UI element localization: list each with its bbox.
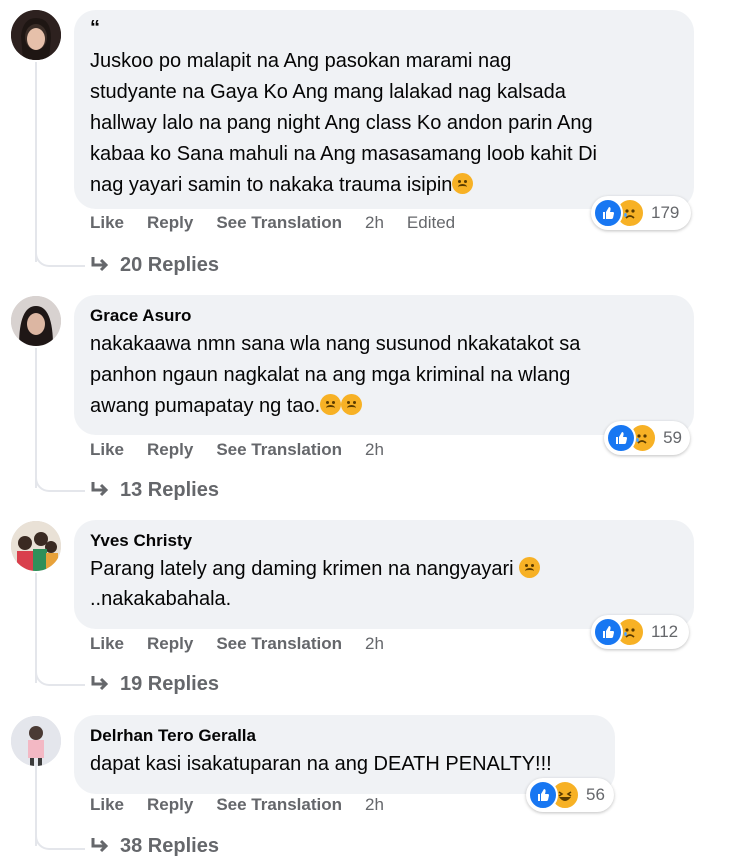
comment-bubble: Yves Christy Parang lately ang daming kr… <box>74 520 694 629</box>
reaction-summary[interactable]: 112 <box>591 615 689 649</box>
comment-bubble: “ Juskoo po malapit na Ang pasokan maram… <box>74 10 694 209</box>
replies-count: 13 Replies <box>120 478 219 501</box>
like-reaction-icon <box>593 198 623 228</box>
comment-text-content: Juskoo po malapit na Ang pasokan marami … <box>90 50 597 196</box>
reaction-summary[interactable]: 56 <box>526 778 614 812</box>
see-translation-link[interactable]: See Translation <box>216 440 342 460</box>
thread-connector <box>35 243 85 267</box>
thread-connector <box>35 826 85 850</box>
crying-face-emoji <box>519 557 541 578</box>
reaction-summary[interactable]: 59 <box>604 421 690 455</box>
comment-actions: Like Reply See Translation 2h <box>90 793 407 817</box>
comment-text-continued: ..nakakabahala. <box>90 588 232 610</box>
replies-count: 38 Replies <box>120 834 219 857</box>
reply-button[interactable]: Reply <box>147 634 193 654</box>
see-translation-link[interactable]: See Translation <box>216 213 342 233</box>
comment-text: Juskoo po malapit na Ang pasokan marami … <box>90 46 678 201</box>
timestamp[interactable]: 2h <box>365 213 384 233</box>
reply-button[interactable]: Reply <box>147 440 193 460</box>
comment-actions: Like Reply See Translation 2h Edited <box>90 211 478 235</box>
comment-text: nakakaawa nmn sana wla nang susunod nkak… <box>90 329 678 422</box>
comment-actions: Like Reply See Translation 2h <box>90 438 407 462</box>
reply-arrow-icon <box>91 257 109 272</box>
comment-actions: Like Reply See Translation 2h <box>90 632 407 656</box>
timestamp[interactable]: 2h <box>365 634 384 654</box>
avatar[interactable] <box>11 716 61 766</box>
reply-arrow-icon <box>91 482 109 497</box>
reaction-count: 56 <box>586 785 605 804</box>
comment-author[interactable]: Grace Asuro <box>90 305 678 327</box>
timestamp[interactable]: 2h <box>365 795 384 815</box>
view-replies-button[interactable]: 20 Replies <box>90 251 219 279</box>
reply-arrow-icon <box>91 676 109 691</box>
reaction-count: 59 <box>663 428 682 447</box>
view-replies-button[interactable]: 38 Replies <box>90 832 219 860</box>
comment-author[interactable]: Delrhan Tero Geralla <box>90 725 599 747</box>
sad-face-emoji <box>341 394 363 415</box>
replies-count: 20 Replies <box>120 253 219 276</box>
comment-text-content: Parang lately ang daming krimen na nangy… <box>90 558 514 580</box>
avatar-photo <box>11 296 61 346</box>
comment-author[interactable]: Yves Christy <box>90 530 678 552</box>
like-button[interactable]: Like <box>90 440 124 460</box>
avatar[interactable] <box>11 10 61 60</box>
reply-button[interactable]: Reply <box>147 795 193 815</box>
like-button[interactable]: Like <box>90 213 124 233</box>
view-replies-button[interactable]: 19 Replies <box>90 670 219 698</box>
see-translation-link[interactable]: See Translation <box>216 634 342 654</box>
comment-text: Parang lately ang daming krimen na nangy… <box>90 554 678 614</box>
comment-bubble: Grace Asuro nakakaawa nmn sana wla nang … <box>74 295 694 435</box>
thread-line <box>35 62 37 262</box>
edited-label: Edited <box>406 213 456 232</box>
reaction-count: 179 <box>651 203 680 222</box>
view-replies-button[interactable]: 13 Replies <box>90 476 219 504</box>
replies-count: 19 Replies <box>120 672 219 695</box>
reaction-count: 112 <box>651 622 679 641</box>
avatar-photo <box>11 10 61 60</box>
avatar[interactable] <box>11 296 61 346</box>
comment-author[interactable]: “ <box>90 18 678 38</box>
reply-arrow-icon <box>91 838 109 853</box>
avatar-photo <box>11 521 61 571</box>
comment-text: dapat kasi isakatuparan na ang DEATH PEN… <box>90 753 552 775</box>
like-reaction-icon <box>606 423 636 453</box>
crying-face-emoji <box>452 173 474 194</box>
timestamp[interactable]: 2h <box>365 440 384 460</box>
sad-face-emoji <box>320 394 342 415</box>
like-reaction-icon <box>593 617 623 647</box>
like-button[interactable]: Like <box>90 795 124 815</box>
thread-connector <box>35 468 85 492</box>
thread-line <box>35 348 37 488</box>
see-translation-link[interactable]: See Translation <box>216 795 342 815</box>
reply-button[interactable]: Reply <box>147 213 193 233</box>
thread-connector <box>35 662 85 686</box>
avatar[interactable] <box>11 521 61 571</box>
reaction-summary[interactable]: 179 <box>591 196 691 230</box>
like-reaction-icon <box>528 780 558 810</box>
avatar-photo <box>11 716 61 766</box>
like-button[interactable]: Like <box>90 634 124 654</box>
